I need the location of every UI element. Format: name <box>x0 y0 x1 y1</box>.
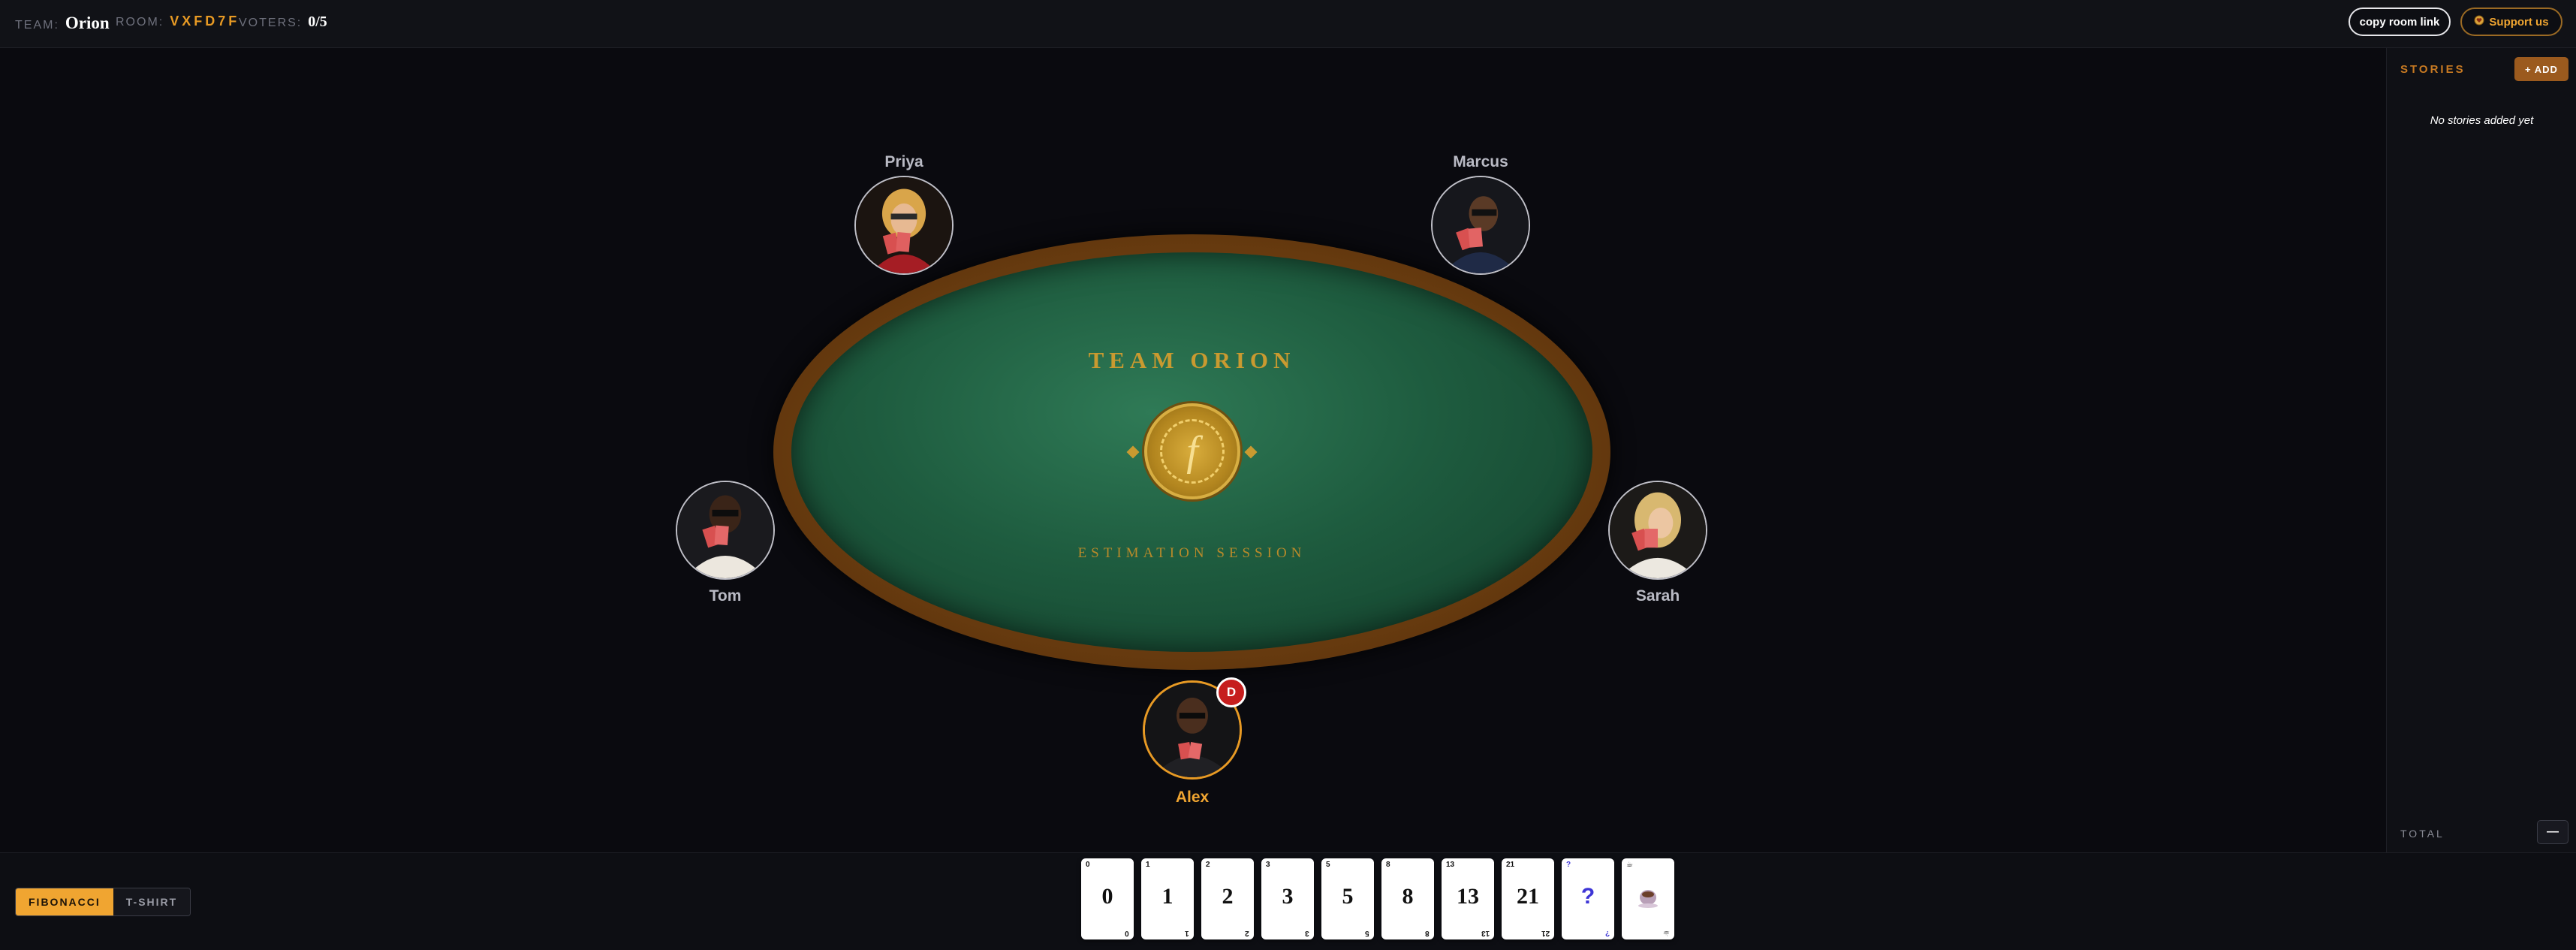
card-corner: 13 <box>1446 861 1455 869</box>
avatar-portrait-icon <box>856 177 952 273</box>
team-label: TEAM: <box>15 19 59 32</box>
room-label: ROOM: <box>116 16 164 29</box>
team-info: TEAM: Orion <box>15 14 110 35</box>
avatar-portrait-icon <box>677 482 773 578</box>
card-corner: 21 <box>1541 929 1550 937</box>
poker-table: TEAM ORION f ESTIMATION SESSION <box>773 234 1610 670</box>
avatar <box>676 481 775 580</box>
stories-empty-text: No stories added yet <box>2430 114 2534 127</box>
card-corner: 8 <box>1386 861 1390 869</box>
card-value: 8 <box>1402 884 1414 909</box>
card-corner: 1 <box>1185 929 1189 937</box>
chip-glyph: f <box>1160 419 1225 484</box>
card-corner: 8 <box>1425 929 1430 937</box>
copy-room-link-button[interactable]: copy room link <box>2349 8 2451 36</box>
card-value: 5 <box>1342 884 1354 909</box>
vote-card-3[interactable]: 3 3 3 <box>1261 858 1314 939</box>
player-marcus: Marcus <box>1428 150 1533 278</box>
deck-tshirt-button[interactable]: T-SHIRT <box>113 888 191 915</box>
card-corner: 1 <box>1146 861 1150 869</box>
player-sarah: Sarah <box>1605 481 1710 616</box>
card-corner: 0 <box>1125 929 1129 937</box>
card-corner: 3 <box>1266 861 1270 869</box>
avatar-portrait-icon <box>1433 177 1529 273</box>
card-corner: 21 <box>1506 861 1515 869</box>
vote-card-2[interactable]: 2 2 2 <box>1201 858 1254 939</box>
add-story-button[interactable]: + ADD <box>2514 57 2568 81</box>
total-label: TOTAL <box>2400 828 2445 840</box>
stories-title: STORIES <box>2400 63 2466 76</box>
avatar <box>1431 176 1530 275</box>
card-corner: ? <box>1566 861 1571 869</box>
card-value: 2 <box>1222 884 1234 909</box>
vote-card-1[interactable]: 1 1 1 <box>1141 858 1194 939</box>
heart-coin-icon <box>2474 15 2484 29</box>
card-corner: 3 <box>1305 929 1309 937</box>
card-corner: 0 <box>1086 861 1090 869</box>
player-name: Marcus <box>1453 153 1508 170</box>
card-corner: 5 <box>1365 929 1369 937</box>
deck-fibonacci-button[interactable]: FIBONACCI <box>16 888 113 915</box>
player-name: Alex <box>1175 789 1210 806</box>
support-us-button[interactable]: Support us <box>2460 8 2562 36</box>
top-bar: TEAM: Orion ROOM: VXFD7F VOTERS: 0/5 cop… <box>0 0 2576 48</box>
vote-card-0[interactable]: 0 0 0 <box>1081 858 1134 939</box>
deck-toggle: FIBONACCI T-SHIRT <box>15 888 191 916</box>
voters-info: VOTERS: 0/5 <box>239 14 327 35</box>
voters-count: 0/5 <box>308 14 327 30</box>
avatar <box>1608 481 1707 580</box>
card-corner: ? <box>1604 929 1610 937</box>
card-value: 1 <box>1161 884 1174 909</box>
coffee-corner-icon: ☕ <box>1663 929 1670 937</box>
card-hand: 0 0 0 1 1 1 2 2 2 3 3 3 5 5 5 8 8 8 13 1… <box>1081 858 1674 941</box>
room-info: ROOM: VXFD7F <box>116 14 240 35</box>
logo-chip: f <box>1144 403 1240 499</box>
player-name: Priya <box>884 153 923 170</box>
player-priya: Priya <box>851 150 957 278</box>
vote-card-13[interactable]: 13 13 13 <box>1442 858 1494 939</box>
vote-card-21[interactable]: 21 21 21 <box>1502 858 1554 939</box>
card-corner: 2 <box>1245 929 1249 937</box>
avatar-portrait-icon <box>1610 482 1706 578</box>
table-title: TEAM ORION <box>1088 347 1296 373</box>
player-name: Sarah <box>1635 587 1680 605</box>
card-value: 21 <box>1517 884 1539 909</box>
card-value: ? <box>1580 884 1595 909</box>
vote-card-5[interactable]: 5 5 5 <box>1321 858 1374 939</box>
stories-sidebar: STORIES + ADD No stories added yet TOTAL <box>2386 48 2576 852</box>
card-value: 13 <box>1457 884 1479 909</box>
card-corner: 2 <box>1206 861 1210 869</box>
coffee-cup-icon <box>1638 890 1658 908</box>
voters-label: VOTERS: <box>239 17 303 29</box>
total-value: — <box>2537 820 2568 844</box>
team-name: Orion <box>65 14 110 32</box>
card-value: 3 <box>1282 884 1294 909</box>
player-tom: Tom <box>673 481 778 616</box>
card-corner: 5 <box>1326 861 1330 869</box>
vote-card-coffee[interactable]: ☕ ☕ <box>1622 858 1674 939</box>
coffee-corner-icon: ☕ <box>1626 861 1633 869</box>
room-code: VXFD7F <box>170 14 240 29</box>
player-name: Tom <box>709 587 742 605</box>
avatar <box>854 176 954 275</box>
vote-card-8[interactable]: 8 8 8 <box>1381 858 1434 939</box>
table-subtitle: ESTIMATION SESSION <box>1077 545 1306 561</box>
card-corner: 13 <box>1481 929 1490 937</box>
vote-card-unknown[interactable]: ? ? ? <box>1562 858 1614 939</box>
dealer-badge: D <box>1216 677 1246 707</box>
card-value: 0 <box>1101 884 1113 909</box>
support-us-label: Support us <box>2489 15 2549 29</box>
